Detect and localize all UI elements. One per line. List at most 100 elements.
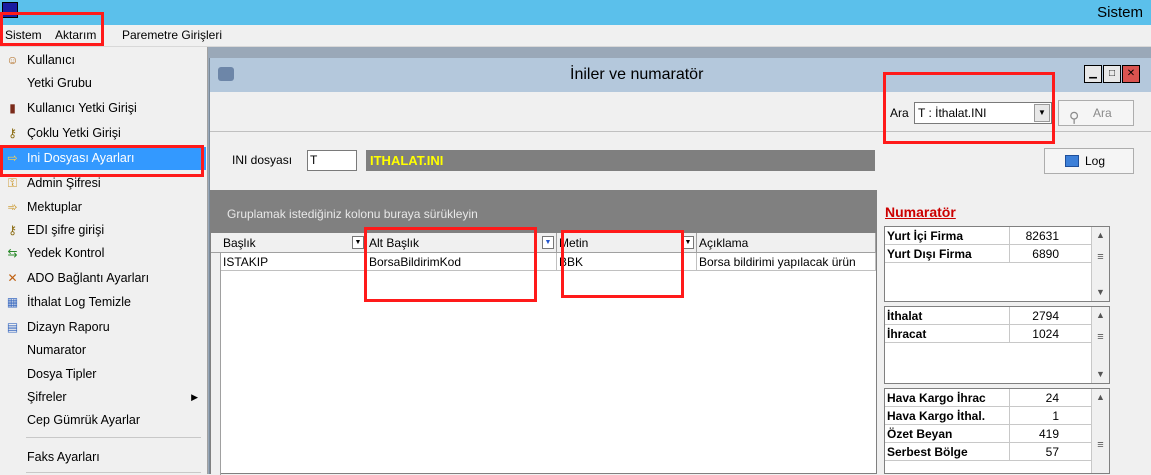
close-button[interactable]: ✕ xyxy=(1122,65,1140,83)
numarator-group-firma: Yurt İçi Firma 82631 Yurt Dışı Firma 689… xyxy=(884,226,1110,302)
log-button[interactable]: Log xyxy=(1044,148,1134,174)
cell-metin[interactable]: BBK xyxy=(557,253,697,271)
grid-header: Başlık ▼ Alt Başlık ▼ Metin ▼ Açıklama xyxy=(211,233,876,253)
numarator-row[interactable]: Özet Beyan 419 xyxy=(885,425,1109,443)
numarator-group-diger: Hava Kargo İhrac 24 Hava Kargo İthal. 1 … xyxy=(884,388,1110,474)
menu-item-admin-sifresi[interactable]: ⚿ Admin Şifresi xyxy=(0,172,206,195)
search-toolbar: Ara T : İthalat.INI ▼ ⚲ Ara xyxy=(210,92,1151,132)
search-combo[interactable]: T : İthalat.INI ▼ xyxy=(914,102,1052,124)
numarator-row[interactable]: Hava Kargo İhrac 24 xyxy=(885,389,1109,407)
window-titlebar: İniler ve numaratör ▁ □ ✕ xyxy=(210,58,1151,92)
scroll-down-icon[interactable]: ▼ xyxy=(1092,366,1109,383)
column-header-metin[interactable]: Metin ▼ xyxy=(557,233,697,253)
numarator-row[interactable]: Serbest Bölge 57 xyxy=(885,443,1109,461)
scroll-thumb[interactable]: ≡ xyxy=(1095,439,1106,453)
ini-numarator-window: İniler ve numaratör ▁ □ ✕ Ara T : İthala… xyxy=(209,58,1151,475)
keys-icon: ⚷ xyxy=(8,126,17,140)
door-icon: ▮ xyxy=(9,101,16,115)
key-icon: ⚿ xyxy=(7,176,18,190)
column-header-aciklama[interactable]: Açıklama xyxy=(697,233,876,253)
filter-dropdown-icon[interactable]: ▼ xyxy=(352,236,364,249)
scroll-thumb[interactable]: ≡ xyxy=(1095,251,1106,265)
user-icon: ☺ xyxy=(6,53,19,67)
connection-icon: ✕ xyxy=(7,271,18,285)
group-panel[interactable]: Gruplamak istediğiniz kolonu buraya sürü… xyxy=(211,191,876,233)
log-icon xyxy=(1065,155,1079,167)
table-row[interactable]: ISTAKIP BorsaBildirimKod BBK Borsa bildi… xyxy=(211,253,876,271)
ini-file-input[interactable]: T xyxy=(307,150,357,171)
log-button-label: Log xyxy=(1085,154,1106,168)
search-button[interactable]: ⚲ Ara xyxy=(1058,100,1134,126)
menu-item-mektuplar[interactable]: ➾ Mektuplar xyxy=(0,196,206,219)
menu-item-yetki-grubu[interactable]: Yetki Grubu xyxy=(0,72,206,95)
numarator-row[interactable]: Hava Kargo İthal. 1 xyxy=(885,407,1109,425)
menu-item-edi-sifre-girisi[interactable]: ⚷ EDI şifre girişi xyxy=(0,219,206,242)
numarator-row[interactable]: İthalat 2794 xyxy=(885,307,1109,325)
menu-item-numarator[interactable]: Numarator xyxy=(0,339,206,362)
menu-item-kullanici-yetki-girisi[interactable]: ▮ Kullanıcı Yetki Girişi xyxy=(0,97,206,120)
menu-item-ado-baglanti-ayarlari[interactable]: ✕ ADO Bağlantı Ayarları xyxy=(0,267,206,290)
menu-item-ini-dosyasi-ayarlari[interactable]: ⇨ Ini Dosyası Ayarları xyxy=(0,147,206,170)
report-icon: ▤ xyxy=(6,320,19,334)
vertical-scrollbar[interactable]: ▲ ≡ ▼ xyxy=(1091,227,1109,301)
arrow-icon: ⇨ xyxy=(7,151,18,165)
numarator-row[interactable]: İhracat 1024 xyxy=(885,325,1109,343)
menu-item-ithalat-log-temizle[interactable]: ▦ İthalat Log Temizle xyxy=(0,291,206,314)
scroll-up-icon[interactable]: ▲ xyxy=(1092,227,1109,244)
numarator-row[interactable]: Yurt İçi Firma 82631 xyxy=(885,227,1109,245)
ini-file-row: INI dosyası T ITHALAT.INI Log xyxy=(210,136,1151,188)
minimize-button[interactable]: ▁ xyxy=(1084,65,1102,83)
maximize-button[interactable]: □ xyxy=(1103,65,1121,83)
scroll-up-icon[interactable]: ▲ xyxy=(1092,307,1109,324)
vertical-scrollbar[interactable]: ▲ ≡ xyxy=(1091,389,1109,473)
cell-alt-baslik[interactable]: BorsaBildirimKod xyxy=(367,253,557,271)
menubar: Sistem Aktarım Paremetre Girişleri xyxy=(0,25,1151,47)
menu-item-yedek-kontrol[interactable]: ⇆ Yedek Kontrol xyxy=(0,242,206,265)
scroll-down-icon[interactable]: ▼ xyxy=(1092,284,1109,301)
app-icon xyxy=(2,2,18,18)
filter-dropdown-icon[interactable]: ▼ xyxy=(542,236,554,249)
column-header-alt-baslik[interactable]: Alt Başlık ▼ xyxy=(367,233,557,253)
numarator-group-ithalat: İthalat 2794 İhracat 1024 ▲ ≡ ▼ xyxy=(884,306,1110,384)
menu-separator xyxy=(26,437,201,438)
window-icon xyxy=(218,67,234,81)
scroll-up-icon[interactable]: ▲ xyxy=(1092,389,1109,406)
window-title: İniler ve numaratör xyxy=(570,66,704,83)
menu-item-cep-gumruk-ayarlar[interactable]: Cep Gümrük Ayarlar xyxy=(0,409,206,432)
menu-item-kullanici[interactable]: ☺ Kullanıcı xyxy=(0,49,206,72)
numarator-panel: Yurt İçi Firma 82631 Yurt Dışı Firma 689… xyxy=(880,220,1151,474)
numarator-title: Numaratör xyxy=(885,204,956,220)
app-titlebar: Sistem xyxy=(0,0,1151,25)
ini-file-display: ITHALAT.INI xyxy=(366,150,875,171)
backup-icon: ⇆ xyxy=(7,246,18,260)
column-header-baslik[interactable]: Başlık ▼ xyxy=(221,233,367,253)
search-label: Ara xyxy=(890,106,909,120)
menu-aktarim[interactable]: Aktarım xyxy=(55,28,96,42)
cell-baslik[interactable]: ISTAKIP xyxy=(221,253,367,271)
ini-file-label: INI dosyası xyxy=(232,153,293,167)
menu-item-dosya-tipler[interactable]: Dosya Tipler xyxy=(0,363,206,386)
chevron-down-icon[interactable]: ▼ xyxy=(1034,104,1050,122)
submenu-arrow-icon: ▶ xyxy=(191,392,198,402)
scroll-thumb[interactable]: ≡ xyxy=(1095,331,1106,345)
search-button-label: Ara xyxy=(1093,106,1112,120)
menu-item-faks-ayarlari[interactable]: Faks Ayarları xyxy=(0,446,206,469)
menu-item-coklu-yetki-girisi[interactable]: ⚷ Çoklu Yetki Girişi xyxy=(0,122,206,145)
vertical-scrollbar[interactable]: ▲ ≡ ▼ xyxy=(1091,307,1109,383)
arrow-icon: ➾ xyxy=(7,200,18,214)
numarator-row[interactable]: Yurt Dışı Firma 6890 xyxy=(885,245,1109,263)
search-combo-value: T : İthalat.INI xyxy=(918,106,987,120)
ini-grid: Gruplamak istediğiniz kolonu buraya sürü… xyxy=(210,190,877,475)
keys-icon: ⚷ xyxy=(8,223,17,237)
filter-dropdown-icon[interactable]: ▼ xyxy=(682,236,694,249)
menu-parametre-girisleri[interactable]: Paremetre Girişleri xyxy=(122,28,222,42)
menu-item-dizayn-raporu[interactable]: ▤ Dizayn Raporu xyxy=(0,316,206,339)
sistem-dropdown-menu: ☺ Kullanıcı Yetki Grubu ▮ Kullanıcı Yetk… xyxy=(0,47,208,474)
menu-separator xyxy=(26,472,201,473)
menu-item-sifreler[interactable]: Şifreler ▶ xyxy=(0,386,206,409)
menu-sistem[interactable]: Sistem xyxy=(5,28,42,42)
clean-icon: ▦ xyxy=(6,295,19,309)
search-icon: ⚲ xyxy=(1069,109,1080,125)
cell-aciklama[interactable]: Borsa bildirimi yapılacak ürün xyxy=(697,253,876,271)
app-title: Sistem xyxy=(1097,4,1143,21)
